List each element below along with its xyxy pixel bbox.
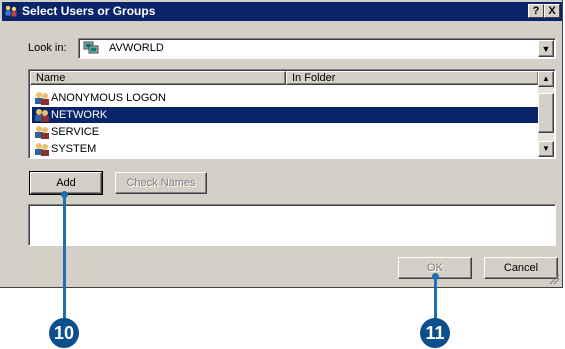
scroll-up-button[interactable]: ▲ (538, 71, 554, 87)
resize-grip-icon[interactable] (548, 273, 560, 285)
check-names-button[interactable]: Check Names (115, 172, 207, 194)
group-icon (35, 143, 49, 156)
check-names-button-label: Check Names (126, 177, 196, 189)
chevron-down-icon: ▼ (541, 44, 551, 54)
scroll-down-button[interactable]: ▼ (538, 141, 554, 157)
callout-line (63, 194, 66, 322)
close-button[interactable]: X (544, 4, 560, 18)
list-item[interactable]: NETWORK (32, 107, 540, 123)
look-in-value: AVWORLD (109, 42, 164, 54)
column-header-name[interactable]: Name (30, 71, 286, 85)
chevron-up-icon: ▲ (542, 74, 550, 83)
look-in-dropdown-button[interactable]: ▼ (538, 40, 554, 57)
users-icon (5, 5, 17, 17)
list-scrollbar[interactable]: ▲ ▼ (538, 71, 554, 157)
list-item-name: SYSTEM (51, 143, 97, 155)
callout-number: 10 (53, 323, 75, 343)
callout-number: 11 (425, 323, 445, 343)
look-in-label: Look in: (28, 42, 67, 54)
cancel-button-label: Cancel (503, 262, 539, 274)
title-bar: Select Users or Groups ? X (2, 2, 562, 21)
list-item-name: ANONYMOUS LOGON (51, 92, 166, 104)
step-callout-10: 10 (49, 318, 79, 348)
close-icon: X (548, 5, 556, 17)
help-icon: ? (532, 5, 540, 17)
list-item-name: SERVICE (51, 126, 100, 138)
add-button-label: Add (56, 177, 76, 189)
help-button[interactable]: ? (528, 4, 544, 18)
column-header-label: Name (36, 72, 66, 84)
scroll-thumb[interactable] (538, 93, 554, 133)
group-icon (35, 126, 49, 139)
look-in-combo[interactable]: AVWORLD ▼ (78, 38, 556, 59)
column-header-label: In Folder (292, 72, 336, 84)
callout-line (434, 277, 437, 322)
list-item-name: NETWORK (51, 109, 108, 121)
column-header-in-folder[interactable]: In Folder (286, 71, 539, 85)
domain-computer-icon (83, 41, 99, 54)
cancel-button[interactable]: Cancel (484, 257, 558, 279)
selected-names-box[interactable] (28, 204, 556, 246)
list-item[interactable]: SERVICE (32, 124, 540, 140)
list-item[interactable]: SYSTEM (32, 141, 540, 157)
chevron-down-icon: ▼ (542, 144, 550, 153)
group-icon (35, 109, 49, 122)
list-item[interactable]: ANONYMOUS LOGON (32, 90, 540, 106)
users-list[interactable]: Name In Folder ANONYMOUS LOGON NETWORK S… (28, 69, 556, 159)
step-callout-11: 11 (420, 318, 450, 348)
select-users-dialog: Select Users or Groups ? X Look in: AVWO… (0, 0, 563, 288)
group-icon (35, 92, 49, 105)
window-title: Select Users or Groups (22, 4, 156, 18)
